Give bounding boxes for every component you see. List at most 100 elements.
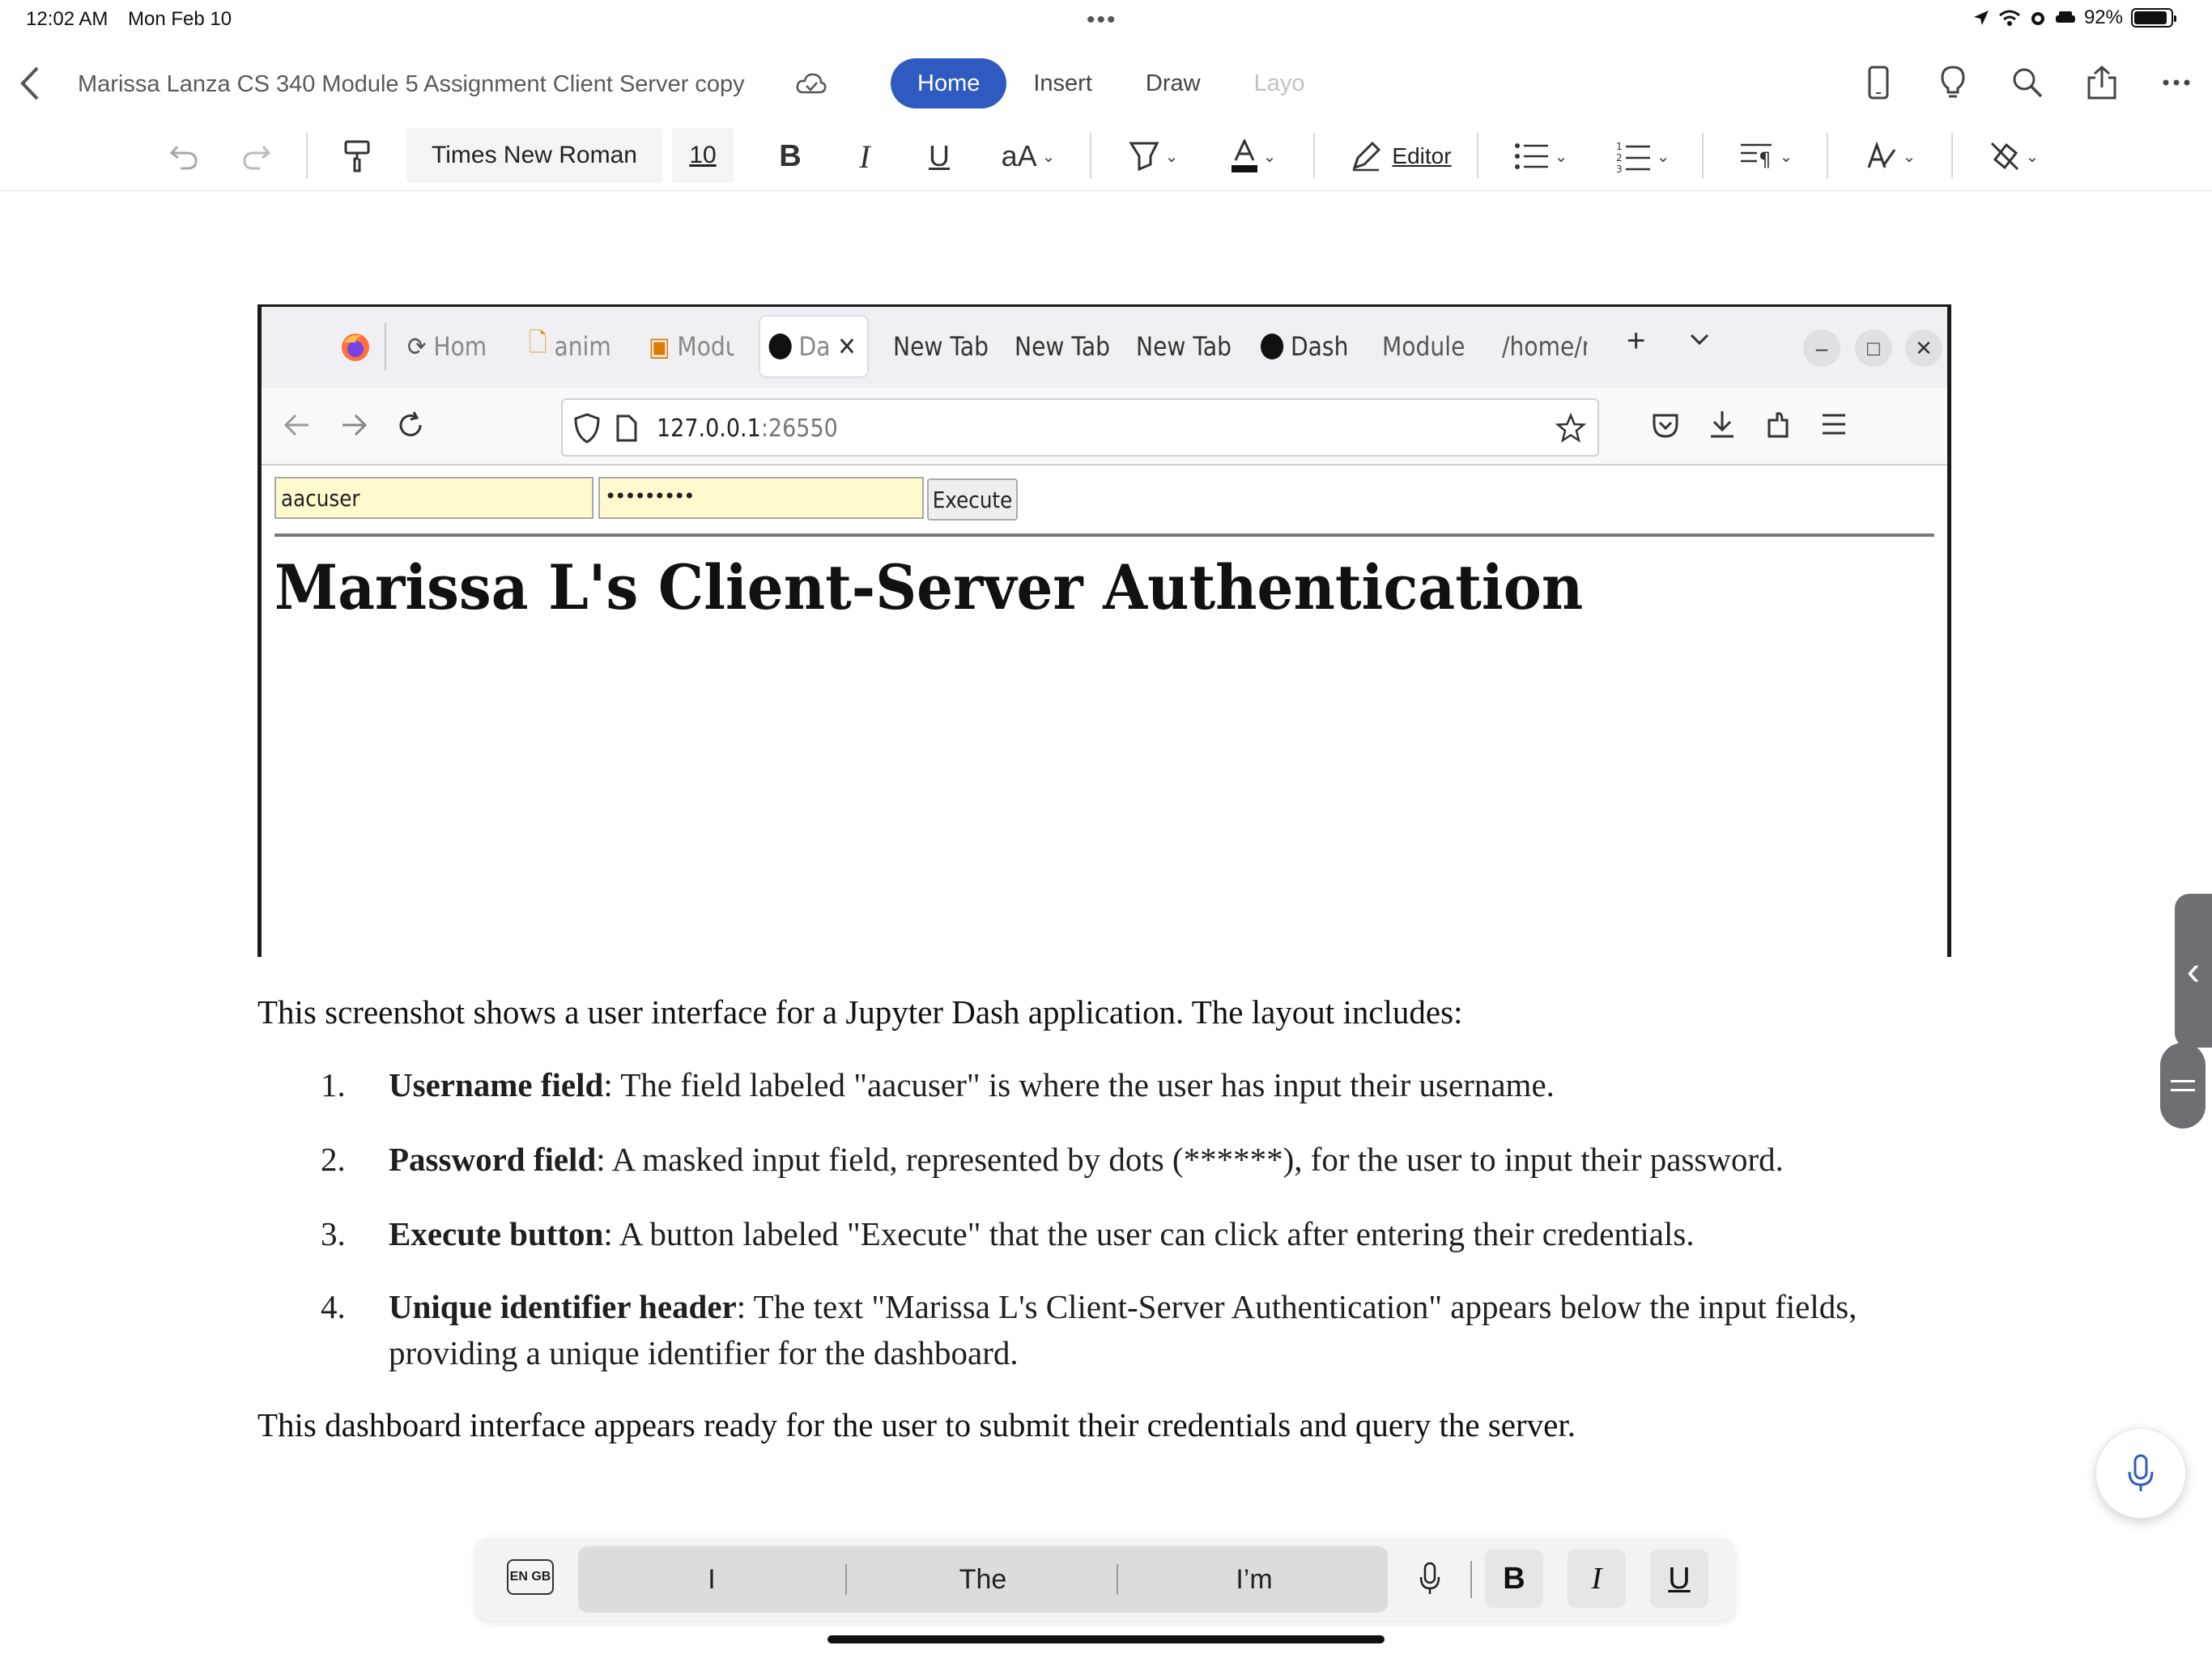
lightbulb-icon[interactable] [1935, 62, 1971, 104]
tab-list-chevron-icon[interactable] [1688, 328, 1711, 355]
browser-tab-new-3[interactable]: New Tab [1136, 317, 1236, 376]
list-item[interactable]: Unique identifier header: The text "Mari… [389, 1284, 1911, 1376]
font-name-select[interactable]: Times New Roman [406, 128, 662, 183]
list-item[interactable]: Username field: The field labeled "aacus… [389, 1062, 1927, 1108]
format-painter-icon[interactable] [335, 121, 379, 191]
bullet-list-button[interactable]: ⌄ [1508, 121, 1574, 191]
tab-layout[interactable]: Layo [1227, 58, 1332, 108]
pocket-icon[interactable] [1651, 410, 1680, 444]
suggestion-divider [1117, 1564, 1118, 1595]
battery-fill [2134, 11, 2167, 24]
bold-button[interactable]: B [768, 121, 813, 191]
numbered-list-button[interactable]: 1 2 3 ⌄ [1610, 121, 1676, 191]
tab-draw[interactable]: Draw [1119, 58, 1227, 108]
top-right-toolbar [1861, 62, 2194, 104]
hamburger-menu-icon[interactable] [1821, 412, 1847, 440]
password-input[interactable]: ••••••••• [598, 477, 924, 519]
forward-arrow-icon[interactable] [339, 410, 368, 444]
keyboard-italic-button[interactable]: I [1568, 1550, 1626, 1608]
suggestion-2[interactable]: The [849, 1546, 1117, 1613]
battery-icon [2131, 8, 2176, 28]
closing-paragraph[interactable]: This dashboard interface appears ready f… [257, 1405, 1576, 1444]
status-time: 12:02 AM [26, 8, 108, 30]
text-size-label: aA [1001, 139, 1037, 172]
handle-line [2171, 1089, 2195, 1091]
page-icon [616, 414, 637, 446]
browser-tab-module-2[interactable]: Module [1382, 317, 1468, 376]
list-item[interactable]: Execute button: A button labeled "Execut… [389, 1211, 1927, 1257]
firefox-icon [339, 331, 372, 368]
mobile-view-icon[interactable] [1861, 62, 1896, 104]
styles-button[interactable]: ⌄ [1857, 121, 1924, 191]
dictate-mic-button[interactable] [2095, 1428, 2186, 1519]
username-input[interactable]: aacuser [274, 477, 593, 519]
svg-text:1: 1 [1616, 141, 1623, 152]
browser-tab-anim[interactable]: 🗋 anim [529, 317, 615, 376]
keyboard-underline-button[interactable]: U [1650, 1550, 1708, 1608]
wifi-icon [1998, 10, 2020, 26]
battery-percent: 92% [2083, 6, 2123, 28]
keyboard-bold-button[interactable]: B [1485, 1550, 1543, 1608]
highlighter-button[interactable]: ⌄ [1119, 121, 1187, 191]
italic-button[interactable]: I [842, 121, 887, 191]
share-icon[interactable] [2084, 62, 2120, 104]
font-size-select[interactable]: 10 [672, 128, 734, 183]
execute-button[interactable]: Execute [927, 478, 1018, 521]
file-icon: 🗋 [529, 327, 547, 358]
editor-button[interactable]: Editor [1344, 121, 1457, 191]
undo-icon[interactable] [162, 121, 206, 191]
redo-icon[interactable] [235, 121, 279, 191]
tab-divider [385, 323, 386, 370]
suggestion-3[interactable]: I’m [1121, 1546, 1388, 1613]
back-icon[interactable] [18, 65, 50, 105]
home-indicator[interactable] [827, 1635, 1385, 1643]
horizontal-rule [274, 534, 1934, 537]
side-panel-chevron-icon[interactable]: ‹ [2175, 894, 2212, 1048]
font-color-button[interactable]: ⌄ [1219, 121, 1287, 191]
intro-paragraph[interactable]: This screenshot shows a user interface f… [257, 993, 1462, 1031]
search-icon[interactable] [2010, 62, 2045, 104]
browser-tab-new-2[interactable]: New Tab [1015, 317, 1114, 376]
keyboard-language-button[interactable]: EN GB [507, 1559, 554, 1595]
more-options-icon[interactable] [2159, 62, 2194, 104]
reload-page-icon[interactable] [396, 410, 425, 444]
new-tab-icon[interactable]: + [1627, 323, 1645, 359]
tab-home[interactable]: Home [891, 58, 1007, 108]
browser-tab-new-1[interactable]: New Tab [893, 317, 993, 376]
url-port: :26550 [760, 414, 838, 443]
cloud-sync-icon[interactable] [795, 68, 827, 100]
address-bar[interactable]: 127.0.0.1:26550 [561, 398, 1599, 457]
extensions-icon[interactable] [1764, 409, 1793, 444]
browser-tab-home[interactable]: ⟳Home [407, 317, 486, 376]
svg-text:3: 3 [1616, 164, 1623, 172]
underline-button[interactable]: U [917, 121, 962, 191]
clear-formatting-button[interactable]: ⌄ [1980, 121, 2047, 191]
list-item[interactable]: Password field: A masked input field, re… [389, 1137, 1927, 1183]
suggestion-1[interactable]: I [578, 1546, 845, 1613]
maximize-icon[interactable]: □ [1855, 329, 1892, 367]
browser-tab-home-path[interactable]: /home/n [1502, 317, 1588, 376]
browser-tab-module[interactable]: ▣ Modu [649, 317, 734, 376]
chevron-down-icon: ⌄ [1262, 147, 1277, 166]
multitasking-dots-icon[interactable]: ••• [1087, 6, 1117, 34]
close-tab-icon[interactable]: ✕ [837, 331, 857, 362]
close-window-icon[interactable]: ✕ [1905, 329, 1942, 367]
minimize-icon[interactable]: – [1803, 329, 1840, 367]
svg-text:¶: ¶ [1759, 148, 1771, 171]
document-title[interactable]: Marissa Lanza CS 340 Module 5 Assignment… [78, 71, 745, 98]
keyboard-mic-icon[interactable] [1401, 1550, 1459, 1608]
text-size-button[interactable]: aA ⌄ [989, 121, 1067, 191]
browser-screenshot-image[interactable]: ⟳Home 🗋anim ▣Modu Da✕ New Tab New Tab Ne… [257, 304, 1951, 957]
browser-tab-dash-active[interactable]: Da ✕ [760, 317, 867, 376]
back-arrow-icon[interactable] [283, 410, 312, 444]
dash-logo-icon [1261, 334, 1284, 359]
browser-tab-label: anim [554, 331, 611, 362]
browser-tab-dash[interactable]: Dash [1261, 317, 1353, 376]
paragraph-button[interactable]: ¶ ⌄ [1731, 121, 1801, 191]
list-number: 4. [321, 1288, 346, 1325]
bookmark-star-icon[interactable] [1555, 412, 1587, 448]
side-drag-handle[interactable] [2160, 1043, 2206, 1129]
tab-insert[interactable]: Insert [1006, 58, 1119, 108]
chevron-down-icon: ⌄ [1902, 147, 1916, 166]
downloads-icon[interactable] [1708, 409, 1737, 444]
